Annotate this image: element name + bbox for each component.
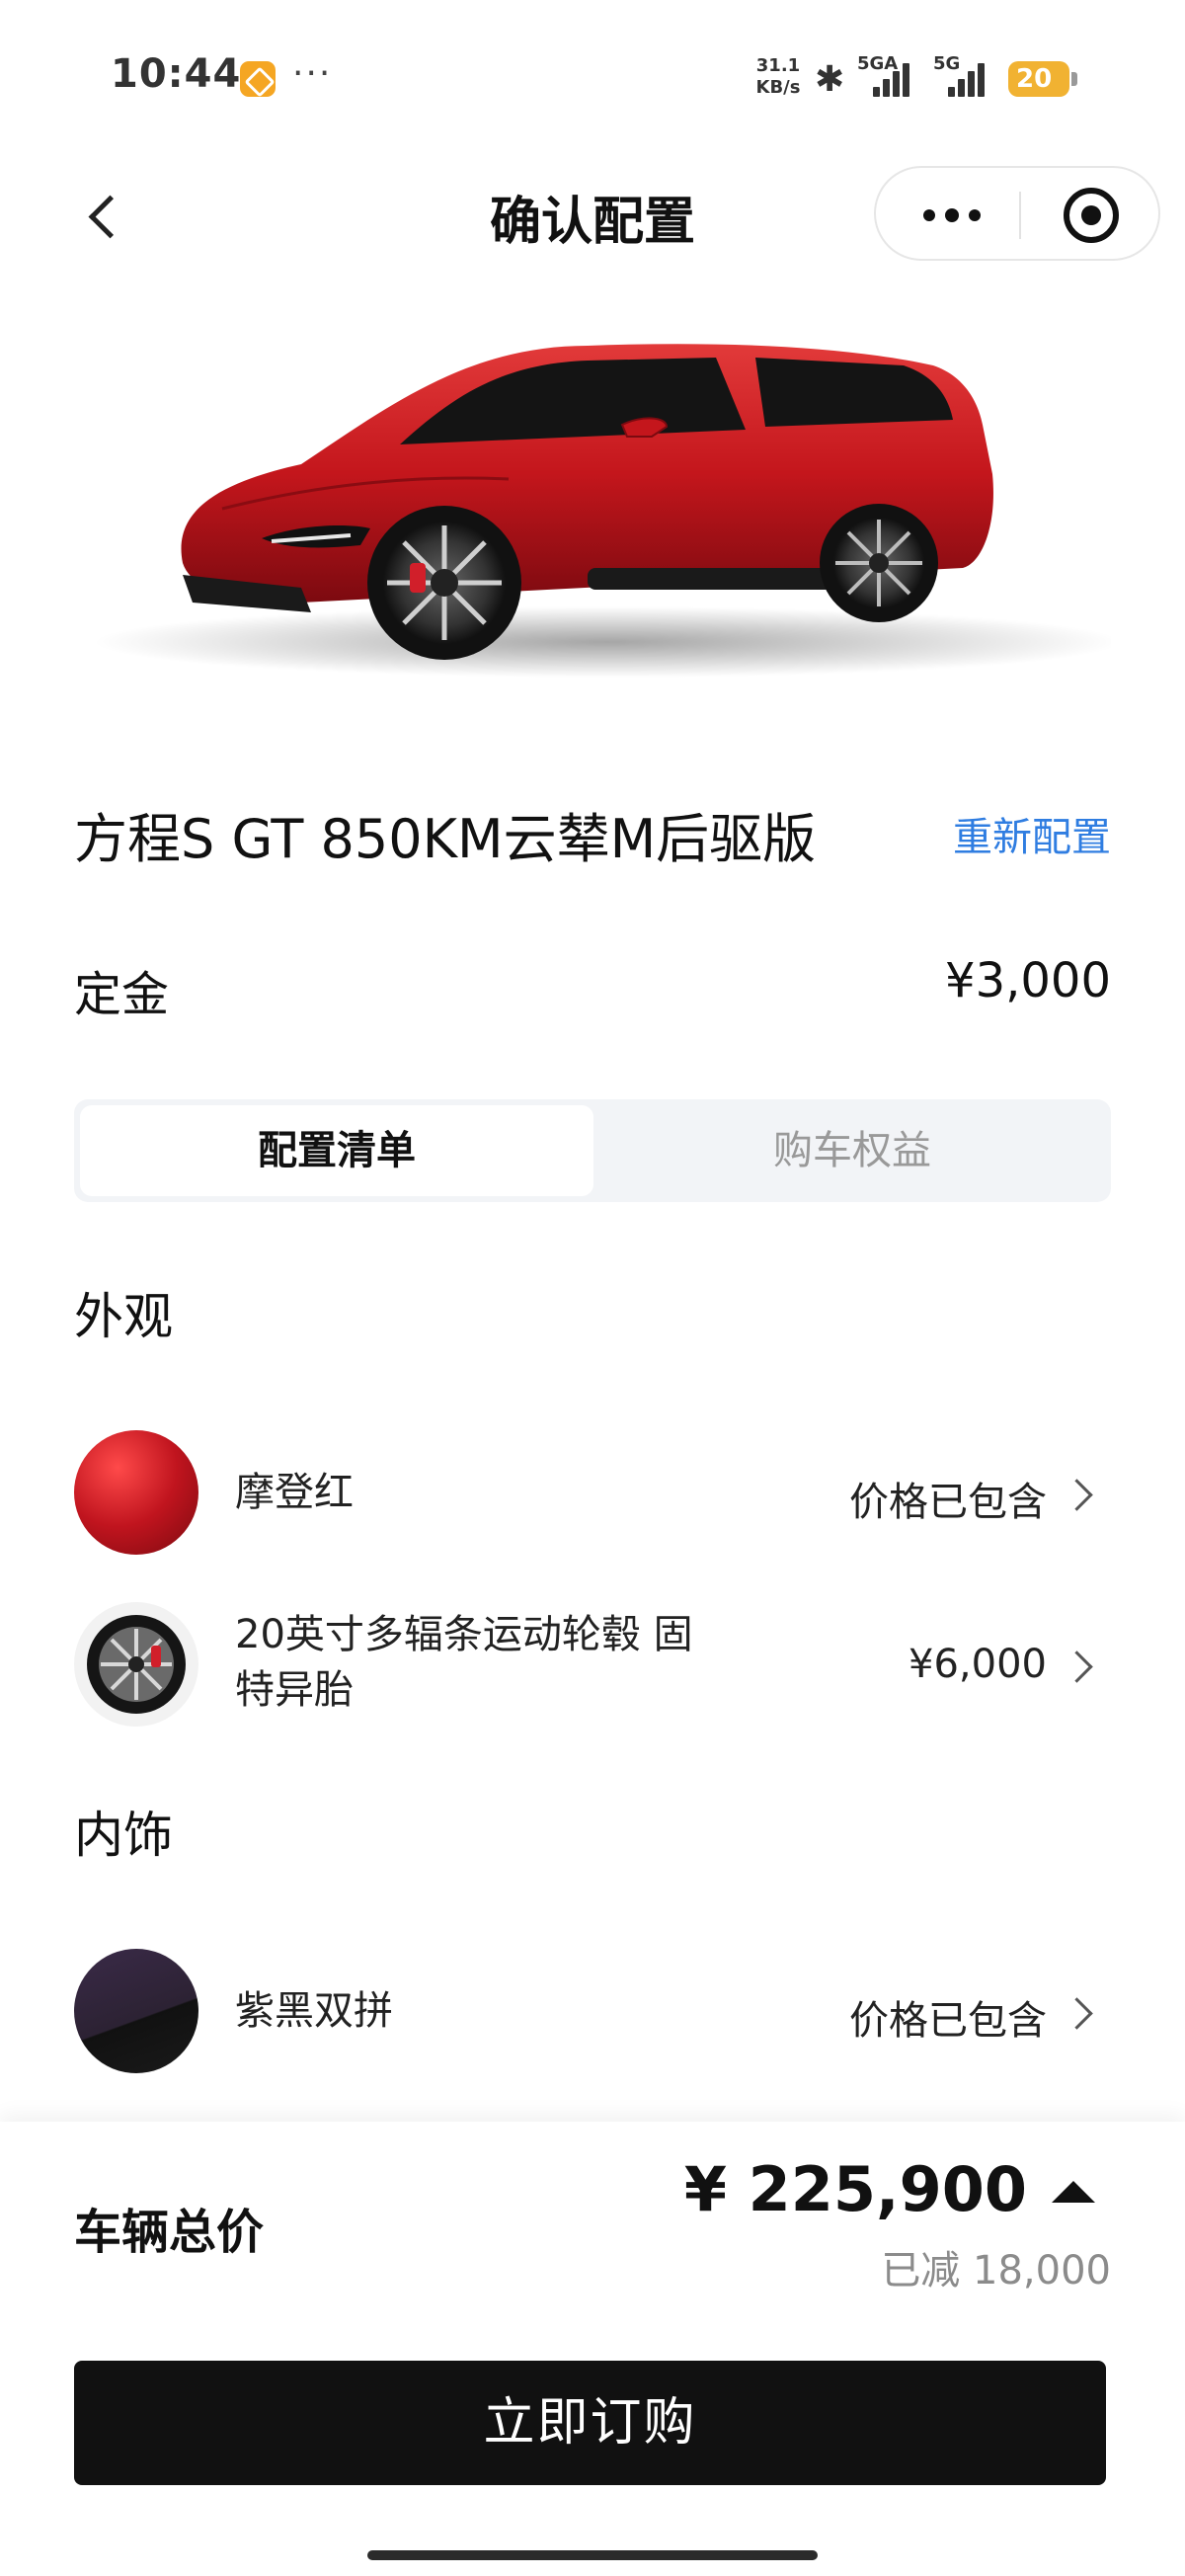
battery-icon: 20 (1008, 61, 1077, 97)
paint-label: 摩登红 (235, 1470, 354, 1515)
wheel-thumbnail (74, 1602, 198, 1727)
status-more-icon: ··· (292, 53, 333, 94)
option-paint-row[interactable]: 摩登红 价格已包含 (74, 1430, 1111, 1559)
signal-icon (869, 59, 914, 97)
caret-up-icon[interactable] (1052, 2181, 1095, 2211)
car-model-name: 方程S GT 850KM云辇M后驱版 (74, 808, 817, 870)
paint-swatch (74, 1430, 198, 1555)
tab-bar: 配置清单 购车权益 (74, 1099, 1111, 1202)
app-notification-icon (240, 61, 276, 97)
miniprogram-capsule (874, 166, 1160, 261)
chevron-right-icon (1062, 1648, 1097, 1683)
chevron-right-icon (1062, 1994, 1097, 2030)
wheel-label-line2: 特异胎 (235, 1667, 354, 1713)
section-interior-title: 内饰 (74, 1807, 173, 1864)
capsule-divider (1019, 192, 1021, 239)
status-bar: 10:44 ··· 31.1 KB/s ✱ 5GA 5G 20 (0, 0, 1185, 158)
interior-price: 价格已包含 (849, 1998, 1047, 2044)
total-price-value: ¥ 225,900 (683, 2153, 1027, 2225)
deposit-label: 定金 (74, 967, 170, 1022)
home-indicator[interactable] (367, 2550, 818, 2560)
signal-icon-2 (944, 59, 989, 97)
section-exterior-title: 外观 (74, 1288, 173, 1345)
tab-purchase-benefits[interactable]: 购车权益 (595, 1105, 1109, 1196)
network-speed-unit: KB/s (755, 77, 801, 98)
status-time: 10:44 (111, 51, 242, 97)
paint-price: 价格已包含 (849, 1480, 1047, 1525)
car-image (94, 344, 1111, 678)
interior-label: 紫黑双拼 (235, 1988, 393, 2034)
tab-config-list[interactable]: 配置清单 (80, 1105, 593, 1196)
option-wheel-row[interactable]: 20英寸多辐条运动轮毂 固 特异胎 ¥6,000 (74, 1602, 1111, 1731)
more-icon[interactable] (915, 188, 994, 243)
discount-amount: 已减 18,000 (881, 2248, 1111, 2294)
order-now-button[interactable]: 立即订购 (74, 2361, 1106, 2485)
network-speed-value: 31.1 (755, 55, 801, 76)
wheel-price: ¥6,000 (908, 1642, 1047, 1687)
close-miniprogram-icon[interactable] (1064, 188, 1119, 243)
chevron-right-icon (1062, 1476, 1097, 1511)
option-interior-row[interactable]: 紫黑双拼 价格已包含 (74, 1949, 1111, 2077)
wheel-icon (87, 1615, 186, 1714)
reconfigure-link[interactable]: 重新配置 (953, 805, 1111, 862)
network-speed: 31.1 KB/s (753, 55, 803, 99)
interior-swatch (74, 1949, 198, 2073)
page: 10:44 ··· 31.1 KB/s ✱ 5GA 5G 20 确认配置 方程S… (0, 0, 1185, 2576)
wheel-label-line1: 20英寸多辐条运动轮毂 固 (235, 1612, 693, 1657)
bluetooth-icon: ✱ (815, 59, 845, 100)
deposit-value: ¥3,000 (945, 953, 1111, 1008)
total-price-label: 车辆总价 (74, 2205, 265, 2260)
wheel-label: 20英寸多辐条运动轮毂 固 特异胎 (235, 1607, 693, 1718)
